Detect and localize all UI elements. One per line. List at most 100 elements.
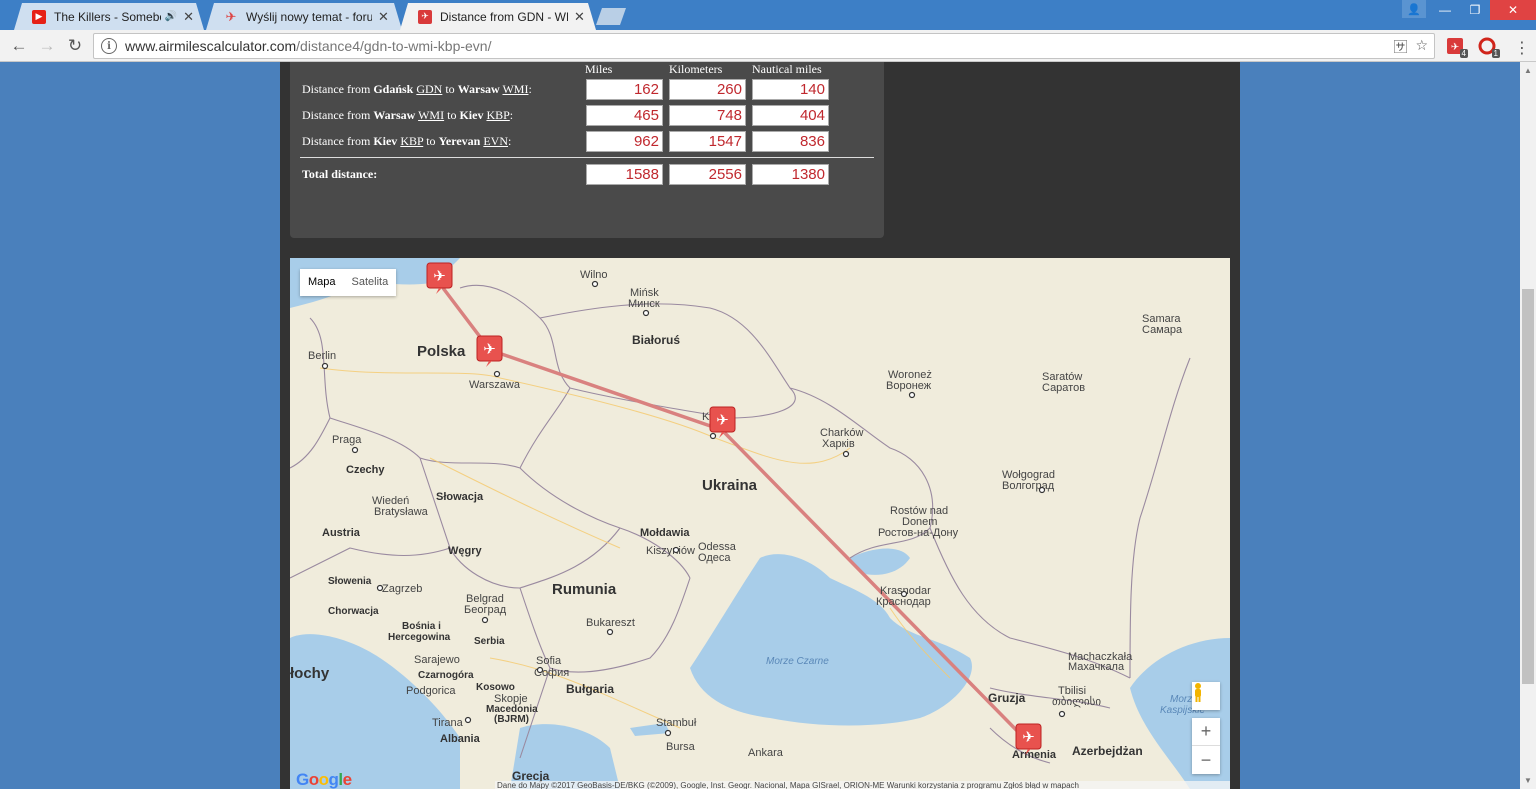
total-km-value: 2556 — [669, 164, 746, 185]
minimize-button[interactable]: — — [1430, 0, 1460, 20]
street-view-pegman-icon[interactable] — [1192, 682, 1220, 710]
airport-marker-gdn[interactable]: ✈ — [426, 262, 453, 294]
airport-link[interactable]: KBP — [486, 108, 509, 122]
map-label-country: Albania — [440, 733, 481, 745]
map-label-city: Skopje — [494, 693, 528, 705]
route-map[interactable]: Polska Białoruś Ukraina Rumunia Czechy S… — [290, 258, 1230, 789]
tab-close-icon[interactable]: ✕ — [183, 9, 194, 25]
map-label-city: Zagrzeb — [382, 583, 422, 595]
info-icon[interactable]: i — [101, 38, 117, 54]
close-window-button[interactable]: ✕ — [1490, 0, 1536, 20]
zoom-control: + − — [1192, 718, 1220, 774]
map-type-map-button[interactable]: Mapa — [300, 269, 344, 296]
browser-titlebar: ▶ The Killers - Somebody 🔊 ✕ ✈ Wyślij no… — [0, 0, 1536, 30]
map-label-city: Одеса — [698, 552, 731, 564]
airmiles-icon: ✈ — [418, 9, 432, 24]
map-canvas[interactable]: Polska Białoruś Ukraina Rumunia Czechy S… — [290, 258, 1230, 789]
tab-youtube[interactable]: ▶ The Killers - Somebody 🔊 ✕ — [14, 3, 204, 30]
map-label-city: Sofia — [536, 655, 562, 667]
zoom-in-button[interactable]: + — [1192, 718, 1220, 746]
opera-extension-icon[interactable]: 1 — [1477, 36, 1500, 58]
extension-icon[interactable]: ✈ 4 — [1445, 36, 1468, 58]
km-value: 1547 — [669, 131, 746, 152]
audio-icon[interactable]: 🔊 — [165, 11, 177, 22]
airport-link[interactable]: GDN — [416, 82, 442, 96]
map-label-country: Armenia — [1012, 749, 1057, 761]
map-label-city: Bukareszt — [586, 617, 635, 629]
svg-text:✈: ✈ — [1022, 728, 1035, 746]
map-label-city: Warszawa — [469, 379, 521, 391]
map-label-city: Самара — [1142, 324, 1183, 336]
bookmark-star-icon[interactable]: ☆ — [1415, 37, 1428, 57]
google-logo[interactable]: Google — [296, 770, 352, 789]
map-type-satellite-button[interactable]: Satelita — [344, 269, 397, 296]
map-label-country: Chorwacja — [328, 606, 379, 617]
total-distance-label: Total distance: — [302, 167, 378, 181]
youtube-icon: ▶ — [32, 9, 46, 24]
url-text[interactable]: www.airmilescalculator.com/distance4/gdn… — [125, 38, 491, 54]
map-label-country: Węgry — [448, 545, 483, 557]
map-label-city: თბილისი — [1052, 695, 1101, 708]
miles-value: 465 — [586, 105, 663, 126]
map-label-city: Харків — [822, 438, 855, 450]
distance-row-label: Distance from Warsaw WMI to Kiev KBP: — [302, 108, 514, 122]
map-label-city: Berlin — [308, 350, 336, 362]
address-bar[interactable]: i www.airmilescalculator.com/distance4/g… — [93, 33, 1435, 59]
map-label-country: Azerbejdżan — [1072, 744, 1143, 758]
col-header-nm: Nautical miles — [752, 62, 822, 76]
translate-icon[interactable]: 🈂 — [1393, 37, 1407, 57]
tab-title: Wyślij nowy temat - forum — [246, 9, 372, 24]
map-label-country: Austria — [322, 527, 361, 539]
scrollbar-thumb[interactable] — [1522, 289, 1534, 684]
page-scrollbar[interactable]: ▲ ▼ — [1520, 62, 1536, 789]
miles-value: 162 — [586, 79, 663, 100]
forward-icon[interactable]: → — [36, 35, 58, 57]
airport-link[interactable]: WMI — [418, 108, 444, 122]
map-label-country: Czarnogóra — [418, 670, 474, 681]
map-label-city: Волгоград — [1002, 480, 1055, 492]
tab-title: The Killers - Somebody — [54, 9, 161, 24]
airport-link[interactable]: EVN — [483, 134, 508, 148]
map-label-country: Gruzja — [988, 691, 1026, 705]
forum-icon: ✈ — [225, 8, 237, 24]
map-label-city: Краснодар — [876, 596, 931, 608]
map-label-country: Ukraina — [702, 477, 758, 494]
map-attribution[interactable]: Dane do Mapy ©2017 GeoBasis-DE/BKG (©200… — [495, 781, 1230, 789]
nm-value: 836 — [752, 131, 829, 152]
km-value: 748 — [669, 105, 746, 126]
zoom-out-button[interactable]: − — [1192, 746, 1220, 774]
scroll-up-icon[interactable]: ▲ — [1524, 66, 1532, 75]
back-icon[interactable]: ← — [8, 35, 30, 57]
browser-toolbar: ← → ↻ i www.airmilescalculator.com/dista… — [0, 30, 1536, 62]
col-header-miles: Miles — [585, 62, 613, 76]
km-value: 260 — [669, 79, 746, 100]
profile-icon[interactable]: 👤 — [1402, 0, 1426, 18]
svg-text:✈: ✈ — [1451, 42, 1459, 53]
scroll-down-icon[interactable]: ▼ — [1524, 776, 1532, 785]
tab-close-icon[interactable]: ✕ — [378, 9, 389, 25]
map-label-country: Bośnia i — [402, 621, 441, 632]
tab-close-icon[interactable]: ✕ — [574, 9, 585, 25]
map-label-country: Serbia — [474, 636, 505, 647]
map-label-city: Podgorica — [406, 685, 456, 697]
map-label-country: Polska — [417, 343, 466, 360]
map-label-country: Czechy — [346, 464, 385, 476]
map-label-country: Mołdawia — [640, 527, 690, 539]
map-label-country: Słowacja — [436, 491, 484, 503]
nm-value: 140 — [752, 79, 829, 100]
airport-link[interactable]: WMI — [502, 82, 528, 96]
map-label-country: Bułgaria — [566, 682, 614, 696]
tab-title: Distance from GDN - WMI — [440, 9, 568, 24]
tab-forum[interactable]: ✈ Wyślij nowy temat - forum ✕ — [206, 3, 402, 30]
maximize-button[interactable]: ❐ — [1460, 0, 1490, 20]
airport-link[interactable]: KBP — [400, 134, 423, 148]
tab-distance[interactable]: ✈ Distance from GDN - WMI ✕ — [400, 3, 596, 30]
col-header-km: Kilometers — [669, 62, 723, 76]
reload-icon[interactable]: ↻ — [64, 35, 86, 57]
map-label-city: Stambuł — [656, 717, 697, 729]
distance-row-label: Distance from Gdańsk GDN to Warsaw WMI: — [302, 82, 532, 96]
total-nm-value: 1380 — [752, 164, 829, 185]
new-tab-button[interactable] — [596, 8, 626, 25]
menu-icon[interactable]: ⋮ — [1514, 38, 1530, 58]
airport-marker-wmi[interactable]: ✈ — [476, 335, 503, 367]
